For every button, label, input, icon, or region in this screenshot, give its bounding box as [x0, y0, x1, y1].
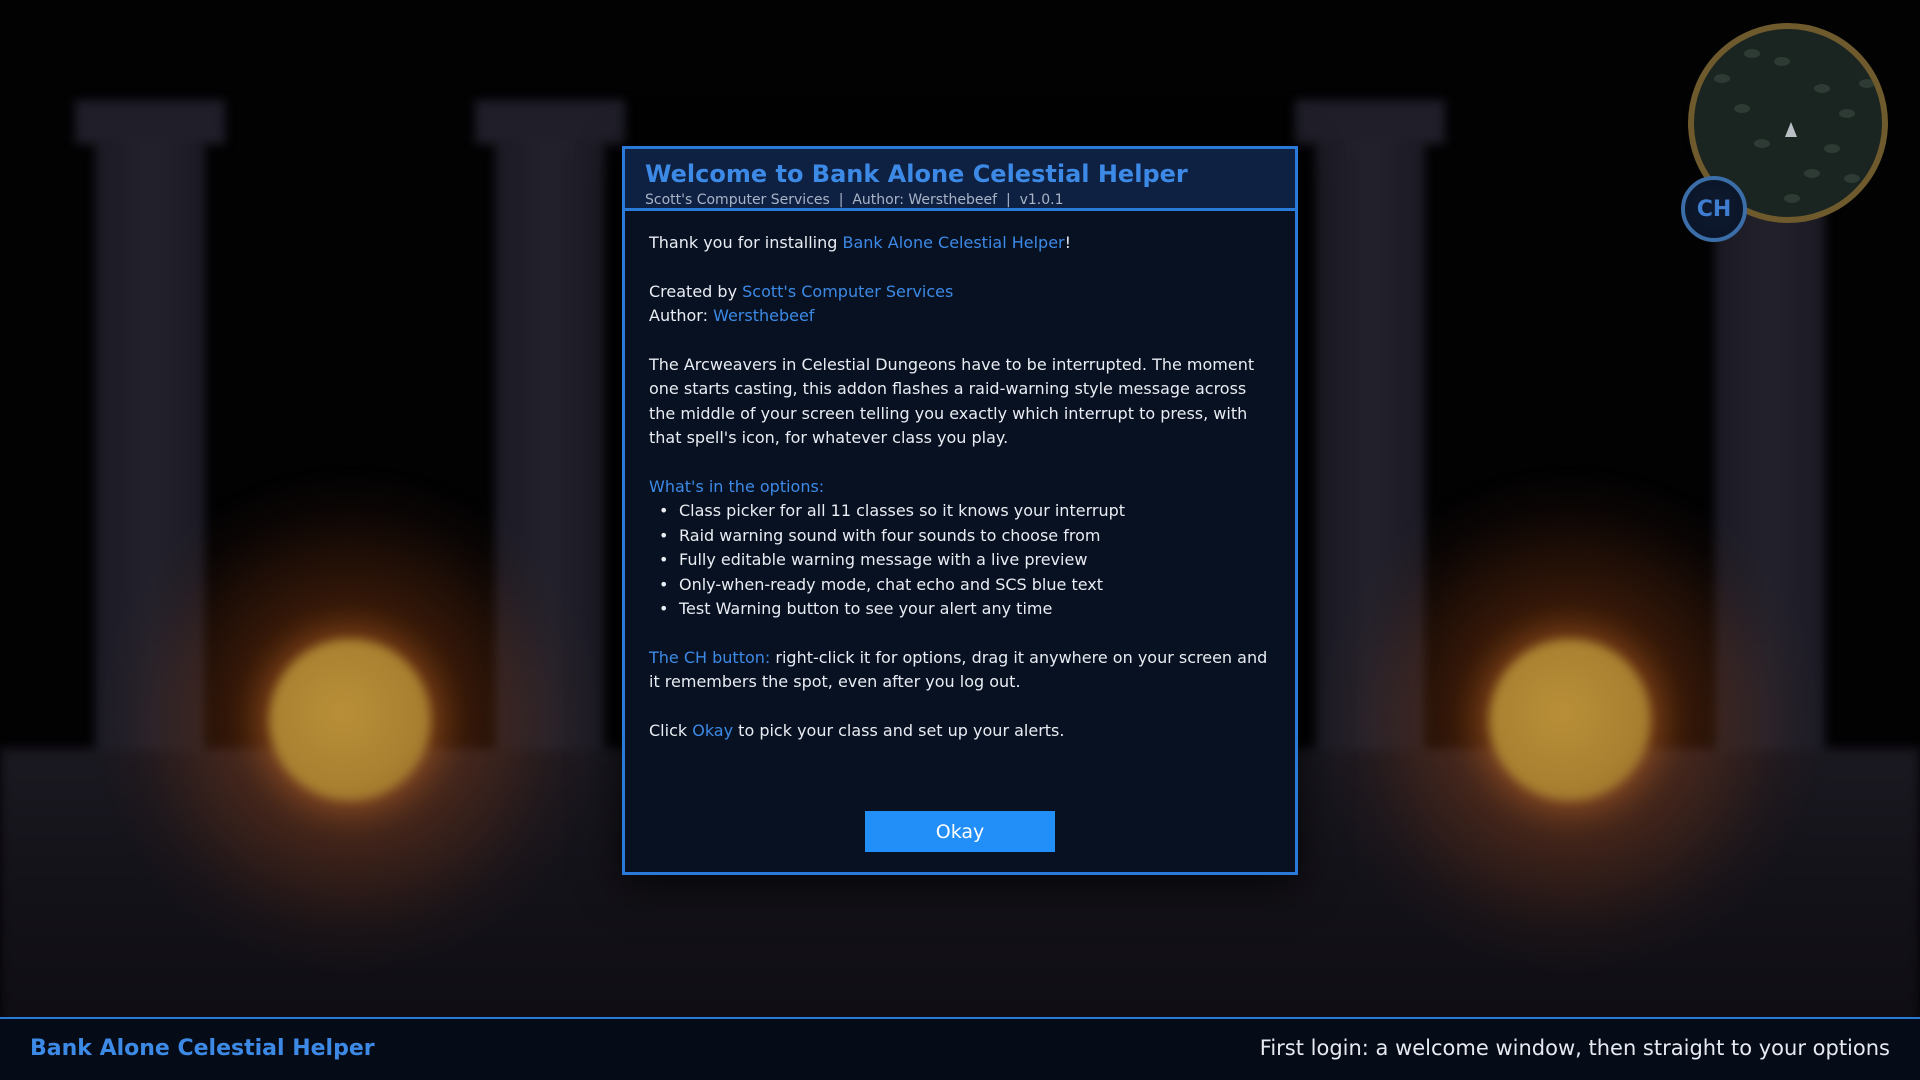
welcome-dialog: Welcome to Bank Alone Celestial Helper S…: [622, 146, 1298, 875]
intro-text: Thank you for installing Bank Alone Cele…: [649, 231, 1271, 255]
footer-caption: First login: a welcome window, then stra…: [1259, 1036, 1890, 1060]
dialog-subtitle: Scott's Computer Services | Author: Wers…: [645, 192, 1064, 208]
player-arrow-icon: [1785, 122, 1797, 137]
pillar-cap: [75, 100, 225, 144]
minimap-terrain: [1784, 194, 1800, 203]
minimap-terrain: [1804, 169, 1820, 178]
minimap-terrain: [1734, 104, 1750, 113]
ch-minimap-button[interactable]: CH: [1681, 176, 1747, 242]
dialog-header[interactable]: Welcome to Bank Alone Celestial Helper S…: [625, 149, 1295, 211]
list-item: Fully editable warning message with a li…: [649, 548, 1271, 573]
dialog-body: Thank you for installing Bank Alone Cele…: [625, 211, 1295, 743]
list-item: Only-when-ready mode, chat echo and SCS …: [649, 573, 1271, 598]
minimap-terrain: [1844, 174, 1860, 183]
created-by-label: Created by: [649, 281, 743, 301]
okay-highlight: Okay: [692, 721, 734, 741]
options-heading: What's in the options:: [649, 477, 825, 497]
minimap-terrain: [1824, 144, 1840, 153]
created-by-value: Scott's Computer Services: [742, 281, 954, 301]
pillar-cap: [475, 100, 625, 144]
footer-title: Bank Alone Celestial Helper: [30, 1036, 375, 1061]
list-item: Raid warning sound with four sounds to c…: [649, 524, 1271, 549]
game-scene: CH Welcome to Bank Alone Celestial Helpe…: [0, 0, 1920, 1080]
list-item: Class picker for all 11 classes so it kn…: [649, 499, 1271, 524]
minimap-terrain: [1754, 139, 1770, 148]
minimap-terrain: [1859, 79, 1875, 88]
author-value: Wersthebeef: [713, 306, 815, 326]
addon-name: Bank Alone Celestial Helper: [842, 233, 1065, 252]
credits: Created by Scott's Computer Services Aut…: [649, 280, 1271, 329]
okay-button[interactable]: Okay: [865, 811, 1055, 852]
click-prefix: Click: [649, 721, 693, 741]
intro-prefix: Thank you for installing: [649, 233, 843, 252]
pillar-cap: [1295, 100, 1445, 144]
torch-orb: [1489, 639, 1651, 801]
click-okay-text: Click Okay to pick your class and set up…: [649, 719, 1271, 743]
click-suffix: to pick your class and set up your alert…: [733, 721, 1065, 741]
intro-suffix: !: [1064, 233, 1072, 252]
ch-button-label: CH: [1696, 196, 1732, 222]
minimap-terrain: [1744, 49, 1760, 58]
footer-banner: Bank Alone Celestial Helper First login:…: [0, 1017, 1920, 1080]
minimap-terrain: [1814, 84, 1830, 93]
dialog-title: Welcome to Bank Alone Celestial Helper: [645, 160, 1188, 188]
description-text: The Arcweavers in Celestial Dungeons hav…: [649, 355, 1255, 448]
author-label: Author:: [649, 306, 714, 326]
list-item: Test Warning button to see your alert an…: [649, 597, 1271, 622]
options-list: Class picker for all 11 classes so it kn…: [649, 499, 1271, 621]
minimap-terrain: [1774, 57, 1790, 66]
minimap-terrain: [1714, 74, 1730, 83]
minimap-terrain: [1839, 109, 1855, 118]
ch-heading: The CH button:: [649, 647, 771, 667]
torch-orb: [269, 639, 431, 801]
ch-button-help: The CH button: right-click it for option…: [649, 646, 1271, 695]
